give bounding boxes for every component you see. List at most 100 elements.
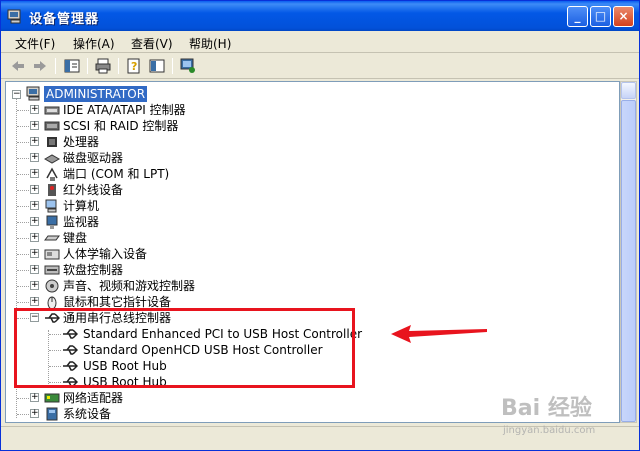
expand-toggle[interactable]: + (30, 297, 39, 306)
scroll-up-button[interactable] (621, 82, 636, 99)
monitor-icon (46, 215, 58, 229)
menu-view[interactable]: 查看(V) (131, 35, 173, 52)
expand-toggle[interactable]: + (30, 105, 39, 114)
tree-item-network[interactable]: 网络适配器 (63, 390, 123, 406)
menu-file[interactable]: 文件(F) (15, 35, 55, 52)
tree-line (17, 174, 29, 175)
tree-row[interactable]: + 处理器 (6, 134, 336, 150)
print-icon[interactable] (94, 57, 112, 75)
tree-line (17, 126, 29, 127)
tree-item-disk[interactable]: 磁盘驱动器 (63, 150, 123, 166)
tree-item-hid[interactable]: 人体学输入设备 (63, 246, 147, 262)
tree-row[interactable]: + 监视器 (6, 214, 336, 230)
expand-toggle[interactable]: + (30, 169, 39, 178)
infrared-icon (48, 184, 56, 196)
computer-icon (26, 86, 40, 101)
collapse-root-toggle[interactable]: − (12, 90, 21, 99)
tree-row[interactable]: + 计算机 (6, 198, 336, 214)
tree-item-computer[interactable]: 计算机 (63, 198, 99, 214)
tree-line (17, 254, 29, 255)
tree-row[interactable]: + IDE ATA/ATAPI 控制器 (6, 102, 336, 118)
tree-item-ide[interactable]: IDE ATA/ATAPI 控制器 (63, 102, 186, 118)
tree-row[interactable]: + 系统设备 (6, 406, 336, 422)
baidu-watermark: Bai 经验 jingyan.baidu.com (501, 395, 595, 436)
expand-toggle[interactable]: + (30, 249, 39, 258)
expand-toggle[interactable]: + (30, 185, 39, 194)
tree-item-infrared[interactable]: 红外线设备 (63, 182, 123, 198)
menu-help[interactable]: 帮助(H) (189, 35, 231, 52)
tree-item-system[interactable]: 系统设备 (63, 406, 111, 422)
tree-line (17, 286, 29, 287)
device-manager-window: 设备管理器 _ □ × 文件(F) 操作(A) 查看(V) 帮助(H) ? − … (0, 0, 640, 451)
tree-row[interactable]: + 网络适配器 (6, 390, 336, 406)
toolbar-separator (118, 58, 119, 74)
watermark-url: jingyan.baidu.com (502, 425, 595, 436)
expand-toggle[interactable]: + (30, 217, 39, 226)
tree-item-sound[interactable]: 声音、视频和游戏控制器 (63, 278, 195, 294)
tree-root-row[interactable]: − ADMINISTRATOR (6, 86, 306, 102)
tree-item-processor[interactable]: 处理器 (63, 134, 99, 150)
tree-item-monitor[interactable]: 监视器 (63, 214, 99, 230)
tree-line (17, 110, 29, 111)
ide-controller-icon (44, 106, 60, 115)
maximize-button[interactable]: □ (590, 6, 611, 27)
vertical-scrollbar[interactable] (620, 81, 637, 423)
disk-drive-icon (44, 154, 60, 164)
tree-item-floppy[interactable]: 软盘控制器 (63, 262, 123, 278)
system-device-icon (46, 407, 58, 421)
tree-line (17, 158, 29, 159)
tree-line (17, 190, 29, 191)
tree-line (17, 222, 29, 223)
menu-action[interactable]: 操作(A) (73, 35, 115, 52)
expand-toggle[interactable]: + (30, 393, 39, 402)
expand-toggle[interactable]: + (30, 153, 39, 162)
close-button[interactable]: × (613, 6, 634, 27)
expand-toggle[interactable]: + (30, 121, 39, 130)
toolbar: ? (1, 53, 639, 79)
tree-row[interactable]: + SCSI 和 RAID 控制器 (6, 118, 336, 134)
back-icon[interactable] (9, 57, 27, 75)
tree-line (17, 238, 29, 239)
properties-icon[interactable] (63, 57, 81, 75)
tree-line (17, 398, 29, 399)
tree-root-label[interactable]: ADMINISTRATOR (44, 86, 148, 102)
expand-toggle[interactable]: + (30, 137, 39, 146)
keyboard-icon (44, 235, 60, 241)
window-title: 设备管理器 (29, 12, 100, 27)
tree-item-scsi[interactable]: SCSI 和 RAID 控制器 (63, 118, 178, 134)
computer-icon (45, 199, 57, 213)
scroll-thumb[interactable] (621, 100, 636, 422)
svg-text:?: ? (131, 60, 137, 73)
arrow-icon (391, 325, 487, 343)
floppy-controller-icon (44, 265, 60, 275)
title-bar[interactable]: 设备管理器 _ □ × (1, 1, 639, 31)
tree-row[interactable]: + 声音、视频和游戏控制器 (6, 278, 336, 294)
tree-line (17, 270, 29, 271)
expand-toggle[interactable]: + (30, 281, 39, 290)
tree-item-keyboard[interactable]: 键盘 (63, 230, 87, 246)
toolbar-separator (87, 58, 88, 74)
expand-toggle[interactable]: + (30, 265, 39, 274)
highlight-box (14, 308, 355, 388)
menu-bar: 文件(F) 操作(A) 查看(V) 帮助(H) (1, 31, 639, 53)
toolbar-separator (55, 58, 56, 74)
tree-row[interactable]: + 人体学输入设备 (6, 246, 336, 262)
scan-icon[interactable] (179, 57, 197, 75)
watermark-text: Bai 经验 (501, 395, 592, 421)
minimize-button[interactable]: _ (567, 6, 588, 27)
tree-line (17, 142, 29, 143)
help-icon[interactable]: ? (125, 57, 143, 75)
tree-row[interactable]: + 磁盘驱动器 (6, 150, 336, 166)
view-icon[interactable] (148, 57, 166, 75)
tree-item-ports[interactable]: 端口 (COM 和 LPT) (63, 166, 169, 182)
forward-icon[interactable] (31, 57, 49, 75)
tree-row[interactable]: + 键盘 (6, 230, 336, 246)
expand-toggle[interactable]: + (30, 409, 39, 418)
tree-row[interactable]: + 端口 (COM 和 LPT) (6, 166, 336, 182)
expand-toggle[interactable]: + (30, 201, 39, 210)
tree-row[interactable]: + 软盘控制器 (6, 262, 336, 278)
tree-line (17, 206, 29, 207)
tree-row[interactable]: + 红外线设备 (6, 182, 336, 198)
device-manager-icon (7, 9, 21, 24)
expand-toggle[interactable]: + (30, 233, 39, 242)
